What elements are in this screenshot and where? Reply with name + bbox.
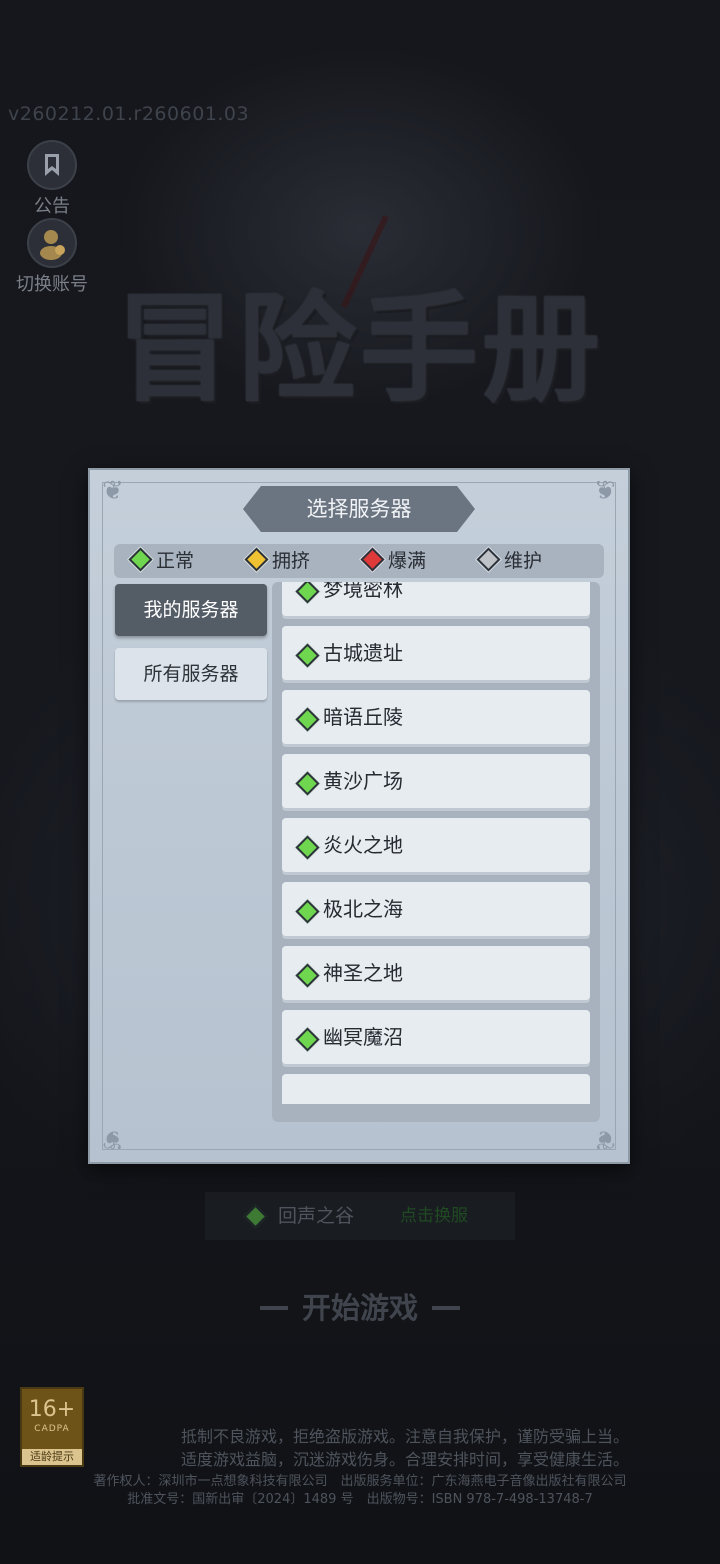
server-name: 古城遗址 [323, 641, 403, 665]
dash-ornament-right [432, 1306, 460, 1310]
server-name: 神圣之地 [323, 961, 403, 985]
switch-server-link[interactable]: 点击换服 [400, 1192, 468, 1240]
version-label: v260212.01.r260601.03 [8, 103, 250, 125]
server-name: 黄沙广场 [323, 769, 403, 793]
corner-ornament-icon: ❦ [594, 476, 616, 506]
game-logo: 冒险手册 [115, 279, 604, 418]
server-name: 极北之海 [323, 897, 403, 921]
status-gem-icon [360, 547, 385, 572]
status-gem-icon [244, 547, 269, 572]
server-name: 炎火之地 [323, 833, 403, 857]
status-gem-icon [295, 771, 320, 796]
tab-all-servers[interactable]: 所有服务器 [115, 648, 267, 700]
account-avatar-icon [27, 218, 77, 268]
announcement-label: 公告 [34, 196, 70, 217]
status-gem-icon [243, 1204, 268, 1229]
tab-my-servers[interactable]: 我的服务器 [115, 584, 267, 636]
status-gem-icon [476, 547, 501, 572]
status-gem-icon [128, 547, 153, 572]
status-gem-icon [295, 835, 320, 860]
server-name: 暗语丘陵 [323, 705, 403, 729]
switch-account-button[interactable]: 切换账号 [8, 218, 96, 296]
server-list[interactable]: 梦境密林古城遗址暗语丘陵黄沙广场炎火之地极北之海神圣之地幽冥魔沼 [272, 582, 600, 1122]
server-name: 幽冥魔沼 [323, 1025, 403, 1049]
server-row[interactable]: 极北之海 [282, 882, 590, 936]
announcement-button[interactable]: 公告 [8, 140, 96, 218]
dialog-title: 选择服务器 [306, 497, 412, 521]
legend-maintenance: 维护 [476, 544, 542, 578]
corner-ornament-icon: ❦ [594, 1124, 616, 1154]
corner-ornament-icon: ❦ [102, 1124, 124, 1154]
status-gem-icon [295, 963, 320, 988]
legend-full: 爆满 [360, 544, 426, 578]
server-row[interactable]: 暗语丘陵 [282, 690, 590, 744]
status-legend: 正常 拥挤 爆满 维护 [114, 544, 604, 578]
server-row[interactable]: 黄沙广场 [282, 754, 590, 808]
status-gem-icon [295, 1027, 320, 1052]
start-game-button[interactable]: 开始游戏 [240, 1286, 480, 1330]
status-gem-icon [295, 643, 320, 668]
server-row[interactable]: 梦境密林 [282, 582, 590, 616]
status-gem-icon [295, 899, 320, 924]
legend-normal: 正常 [128, 544, 194, 578]
server-select-dialog: ❦ ❦ ❦ ❦ 选择服务器 正常 拥挤 爆满 维护 我的服务器 所有服务器 梦境… [88, 468, 630, 1164]
server-row[interactable]: 神圣之地 [282, 946, 590, 1000]
health-notice-2: 适度游戏益脑，沉迷游戏伤身。合理安排时间，享受健康生活。 [180, 1450, 629, 1469]
server-row[interactable]: 幽冥魔沼 [282, 1010, 590, 1064]
server-row[interactable] [282, 1074, 590, 1104]
status-gem-icon [295, 582, 320, 604]
age-rating-number: 16+ [28, 1397, 76, 1422]
approval-notice: 批准文号：国新出审〔2024〕1489 号 出版物号：ISBN 978-7-49… [127, 1492, 593, 1507]
current-server-bar[interactable]: 回声之谷 点击换服 [205, 1192, 515, 1240]
dash-ornament-left [260, 1306, 288, 1310]
current-server-name: 回声之谷 [278, 1205, 355, 1227]
server-row[interactable]: 古城遗址 [282, 626, 590, 680]
server-name: 梦境密林 [323, 582, 403, 601]
bookmark-icon [27, 140, 77, 190]
legend-crowded: 拥挤 [244, 544, 310, 578]
corner-ornament-icon: ❦ [102, 476, 124, 506]
server-row[interactable]: 炎火之地 [282, 818, 590, 872]
status-gem-icon [295, 707, 320, 732]
health-notice-1: 抵制不良游戏，拒绝盗版游戏。注意自我保护，谨防受骗上当。 [180, 1427, 629, 1446]
start-game-label: 开始游戏 [301, 1291, 418, 1325]
server-list-scroll[interactable]: 梦境密林古城遗址暗语丘陵黄沙广场炎火之地极北之海神圣之地幽冥魔沼 [282, 582, 590, 1104]
switch-account-label: 切换账号 [16, 274, 88, 295]
copyright-notice: 著作权人：深圳市一点想象科技有限公司 出版服务单位：广东海燕电子音像出版社有限公… [93, 1474, 627, 1489]
